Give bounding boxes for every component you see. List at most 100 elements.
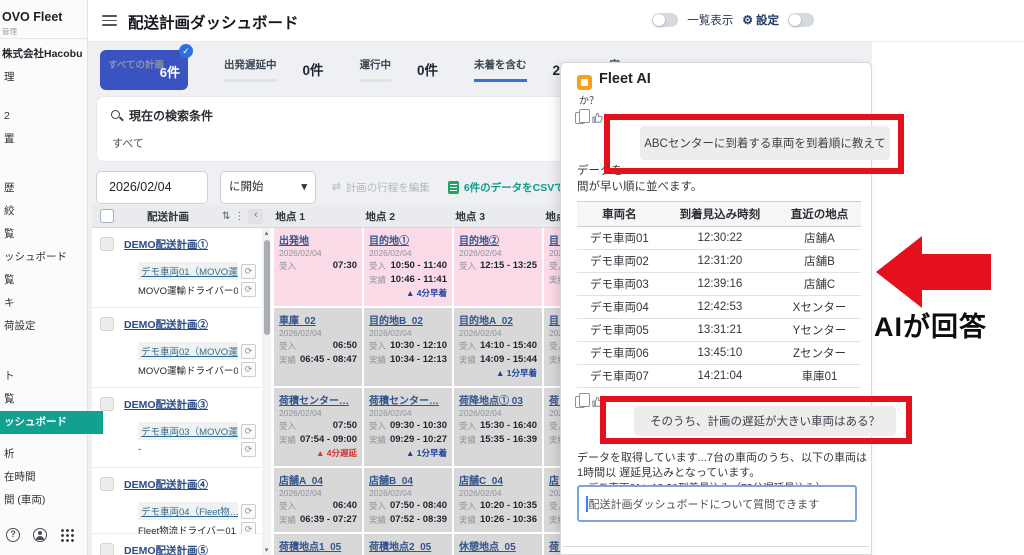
location-link[interactable]: 店舗B_04	[369, 472, 447, 487]
location-link[interactable]: 目的地②	[459, 232, 537, 247]
location-date: 2026/02/04	[459, 248, 537, 258]
vehicle-link[interactable]: デモ車両03（MOVO運…	[138, 422, 238, 440]
row-checkbox[interactable]	[100, 317, 114, 331]
start-mode-select[interactable]: に開始 ▾	[220, 171, 316, 204]
plan-card: DEMO配送計画③ デモ車両03（MOVO運… ⟳ - ⟳	[92, 388, 262, 468]
vehicle-link[interactable]: デモ車両02（MOVO運…	[138, 342, 238, 360]
scroll-down-icon[interactable]: ▾	[262, 546, 271, 554]
user-question-1: ABCセンターに到着する車両を到着順に教えて	[640, 126, 890, 160]
location-link[interactable]: 車庫_02	[279, 312, 357, 327]
time-line: 受入15:30 - 16:40	[459, 420, 537, 432]
location-cell: 車庫_02 2026/02/04 受入06:50 実績06:45 - 08:47	[274, 308, 362, 388]
plan-link[interactable]: DEMO配送計画②	[124, 317, 208, 332]
scrollbar-thumb[interactable]	[264, 240, 270, 335]
settings-button[interactable]: ⚙ 設定	[742, 12, 779, 28]
refresh-icon[interactable]: ⟳	[241, 264, 256, 279]
hamburger-menu-icon[interactable]	[102, 15, 117, 26]
list-view-toggle[interactable]	[652, 13, 678, 27]
location-link[interactable]: 目的地B_02	[369, 312, 447, 327]
refresh-icon[interactable]: ⟳	[241, 442, 256, 457]
sidebar-item[interactable]: 析	[0, 443, 88, 466]
select-all-checkbox[interactable]	[100, 209, 114, 223]
location-link[interactable]: 店舗C_04	[459, 472, 537, 487]
location-link[interactable]: 目的地A_02	[459, 312, 537, 327]
tab-1[interactable]: 出発遅延中 0件	[224, 50, 324, 82]
location-link[interactable]: 目的地①	[369, 232, 447, 247]
sidebar-item[interactable]: 覧	[0, 223, 88, 246]
sidebar-item[interactable]: 在時間	[0, 466, 88, 489]
date-input[interactable]: 2026/02/04	[96, 171, 208, 204]
ai-answer-2: データを取得しています...7台の車両のうち、以下の車両は1時間以 遅延見込みと…	[577, 451, 867, 480]
help-icon[interactable]: ?	[6, 528, 20, 542]
time-line: 実績15:35 - 16:39	[459, 434, 537, 446]
sidebar-item[interactable]: 理	[0, 66, 88, 89]
apps-grid-icon[interactable]	[60, 528, 74, 542]
plan-link[interactable]: DEMO配送計画①	[124, 237, 208, 252]
column-plan: 配送計画	[114, 209, 222, 224]
thumbs-up-icon[interactable]	[592, 112, 604, 124]
kebab-menu-icon[interactable]: ⋮	[234, 211, 244, 222]
edit-route-label: 計画の行程を編集	[346, 180, 430, 195]
time-line: 実績06:39 - 07:27	[279, 514, 357, 526]
topbar: 配送計画ダッシュボード 一覧表示 ⚙ 設定	[88, 0, 1024, 42]
plan-link[interactable]: DEMO配送計画③	[124, 397, 208, 412]
row-checkbox[interactable]	[100, 397, 114, 411]
location-link[interactable]: 荷積センター…	[279, 392, 357, 407]
sidebar-item[interactable]: 荷設定	[0, 315, 88, 338]
location-link[interactable]: 荷積地点1_05	[279, 538, 357, 553]
ai-question-input[interactable]: 配送計画ダッシュボードについて質問できます	[577, 485, 857, 522]
sidebar-item[interactable]: ッシュボード	[0, 246, 88, 269]
location-link[interactable]: 荷降地点① 03	[459, 392, 537, 407]
location-link[interactable]: 荷積地点2_05	[369, 538, 447, 553]
vehicle-link[interactable]: デモ車両01（MOVO運…	[138, 262, 238, 280]
annotation-arrow-icon	[876, 236, 922, 308]
vehicle-link[interactable]: デモ車両04（Fleet物…	[138, 502, 238, 520]
sidebar-item[interactable]: 覧	[0, 269, 88, 292]
sidebar-item[interactable]: ッシュボード	[0, 411, 103, 434]
search-condition-card[interactable]: 現在の検索条件 すべて	[96, 96, 566, 162]
sidebar-item[interactable]: 覧	[0, 388, 88, 411]
plan-card: DEMO配送計画④ デモ車両04（Fleet物… ⟳ Fleet物流ドライバー0…	[92, 468, 262, 534]
plan-link[interactable]: DEMO配送計画④	[124, 477, 208, 492]
sidebar-item[interactable]: 置	[0, 128, 88, 151]
copy-icon[interactable]	[575, 112, 585, 124]
refresh-icon[interactable]: ⟳	[241, 504, 256, 519]
refresh-icon[interactable]: ⟳	[241, 344, 256, 359]
row-checkbox[interactable]	[100, 543, 114, 555]
scroll-up-icon[interactable]: ▴	[262, 229, 271, 237]
location-link[interactable]: 荷積センター…	[369, 392, 447, 407]
search-condition-title: 現在の検索条件	[129, 107, 213, 124]
row-checkbox[interactable]	[100, 477, 114, 491]
sidebar-item[interactable]: 歴	[0, 177, 88, 200]
location-cell: 休憩地点_05 2026/02/04	[454, 534, 542, 555]
edit-route-button[interactable]: ⇄ 計画の行程を編集	[332, 180, 430, 195]
location-date: 2026/02/04	[279, 488, 357, 498]
location-cell: 店舗B_04 2026/02/04 受入07:50 - 08:40 実績07:5…	[364, 468, 452, 534]
row-checkbox[interactable]	[100, 237, 114, 251]
tab-0[interactable]: すべての計画 6件 ✓	[100, 50, 188, 90]
sidebar-item[interactable]: ト	[0, 365, 88, 388]
ai-table-row: デモ車両0613:45:10Zセンター	[577, 342, 861, 365]
tab-2[interactable]: 運行中 0件	[360, 50, 439, 82]
location-link[interactable]: 休憩地点_05	[459, 538, 537, 553]
refresh-icon[interactable]: ⟳	[241, 362, 256, 377]
location-link[interactable]: 出発地	[279, 232, 357, 247]
sidebar-item[interactable]: キ	[0, 292, 88, 315]
copy-icon[interactable]	[575, 396, 585, 408]
location-link[interactable]: 店舗A_04	[279, 472, 357, 487]
secondary-toggle[interactable]	[788, 13, 814, 27]
sidebar-item[interactable]: 間 (車両)	[0, 489, 88, 512]
ai-table-cell: 12:39:16	[662, 273, 778, 296]
plan-link[interactable]: DEMO配送計画⑤	[124, 543, 208, 555]
sidebar-item[interactable]: 2	[0, 105, 88, 128]
sidebar-item[interactable]: 絞	[0, 200, 88, 223]
tab-3[interactable]: 未着を含む 2件	[474, 50, 574, 82]
collapse-column-button[interactable]: ‹	[248, 209, 263, 224]
user-icon[interactable]	[33, 528, 47, 542]
vertical-scrollbar[interactable]: ▴ ▾	[262, 228, 271, 555]
sort-icon[interactable]: ⇅	[222, 211, 230, 222]
refresh-icon[interactable]: ⟳	[241, 282, 256, 297]
ai-table-cell: 14:21:04	[662, 365, 778, 388]
ai-table-cell: 12:30:22	[662, 227, 778, 250]
refresh-icon[interactable]: ⟳	[241, 424, 256, 439]
